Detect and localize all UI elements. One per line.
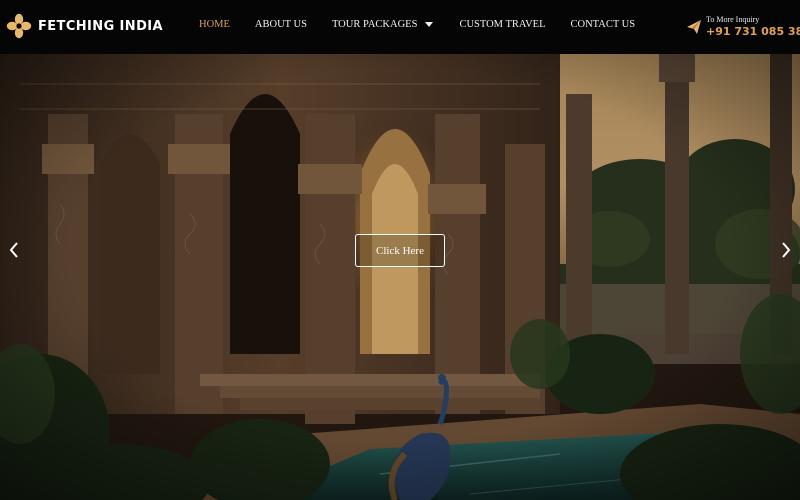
- nav-contact-us[interactable]: CONTACT US: [571, 19, 636, 30]
- nav-about-us[interactable]: ABOUT US: [255, 19, 307, 30]
- brand-name: FETCHING INDIA: [38, 18, 163, 34]
- inquiry-phone[interactable]: +91 731 085 3868: [706, 26, 800, 37]
- site-header: FETCHING INDIA HOME ABOUT US TOUR PACKAG…: [0, 0, 800, 54]
- hero-image: [0, 54, 800, 500]
- inquiry-contact[interactable]: To More Inquiry +91 731 085 3868: [686, 16, 800, 37]
- slider-prev-button[interactable]: [4, 238, 24, 262]
- nav-home[interactable]: HOME: [199, 19, 230, 30]
- caret-down-icon: [425, 21, 434, 27]
- hero-slider: Click Here: [0, 54, 800, 500]
- flower-logo-icon: [6, 13, 32, 39]
- chevron-right-icon: [782, 242, 791, 258]
- nav-custom-travel[interactable]: CUSTOM TRAVEL: [459, 19, 545, 30]
- chevron-left-icon: [9, 242, 18, 258]
- brand[interactable]: FETCHING INDIA: [6, 13, 163, 39]
- paper-plane-icon: [687, 19, 701, 34]
- click-here-button[interactable]: Click Here: [355, 234, 445, 267]
- nav-tour-packages-label: TOUR PACKAGES: [331, 19, 418, 30]
- inquiry-text: To More Inquiry +91 731 085 3868: [706, 15, 800, 38]
- slider-next-button[interactable]: [776, 238, 796, 262]
- inquiry-label: To More Inquiry: [706, 15, 760, 24]
- nav-tour-packages[interactable]: TOUR PACKAGES: [331, 19, 434, 30]
- main-nav: HOME ABOUT US TOUR PACKAGES CUSTOM TRAVE…: [199, 19, 635, 30]
